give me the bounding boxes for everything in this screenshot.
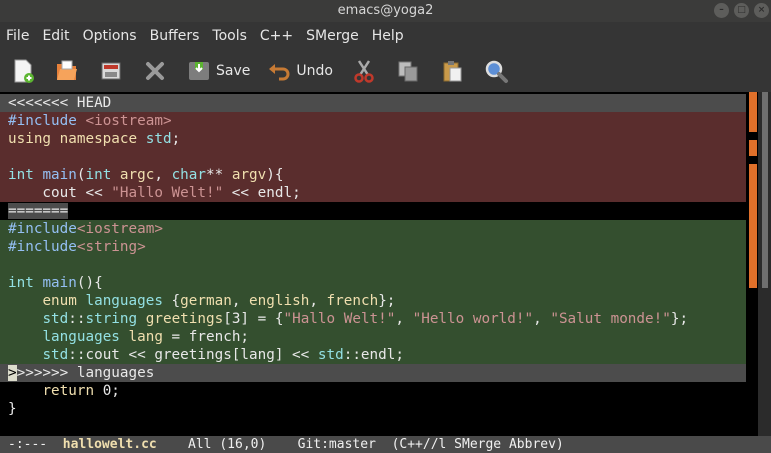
code-line [0,256,746,274]
modeline-vc[interactable]: Git:master [298,437,376,452]
dired-button[interactable] [98,58,124,84]
menu-smerge[interactable]: SMerge [306,22,359,50]
close-window-button[interactable]: × [754,3,769,18]
dired-icon [101,62,121,80]
minimize-button[interactable]: – [714,3,729,18]
undo-button[interactable]: Undo [268,59,333,83]
code-line: int main(int argc, char** argv){ [0,166,746,184]
code-line: #include <iostream> [0,112,746,130]
maximize-button[interactable]: □ [734,3,749,18]
fringe-conflict-mark [749,164,757,288]
text-cursor: > [8,365,17,381]
vertical-scrollbar[interactable] [758,92,771,436]
menu-buffers[interactable]: Buffers [150,22,200,50]
new-file-button[interactable] [10,58,36,84]
editor-area[interactable]: <<<<<<< HEAD #include <iostream> using n… [0,92,771,436]
menu-help[interactable]: Help [372,22,404,50]
title-bar: emacs@yoga2 – □ × [0,0,771,22]
search-button[interactable] [483,58,509,84]
paste-icon [443,61,462,82]
menu-tools[interactable]: Tools [212,22,247,50]
fringe-conflict-mark [749,140,757,156]
kill-buffer-button[interactable] [142,58,168,84]
code-line: } [0,400,746,418]
code-line: int main(){ [0,274,746,292]
code-line: return 0; [0,382,746,400]
modeline-buffer-name[interactable]: hallowelt.cc [63,437,157,452]
search-icon [485,60,508,83]
save-icon [189,62,209,80]
new-file-icon [14,59,34,83]
paste-button[interactable] [439,58,465,84]
code-line: std::string greetings[3] = {"Hallo Welt!… [0,310,746,328]
copy-button[interactable] [395,58,421,84]
save-label: Save [216,63,251,79]
code-line: languages lang = french; [0,328,746,346]
code-line: std::cout << greetings[lang] << std::end… [0,346,746,364]
save-button[interactable]: Save [186,58,250,84]
cut-icon [354,60,374,83]
tool-bar: Save Undo [0,50,771,92]
emacs-window: emacs@yoga2 – □ × File Edit Options Buff… [0,0,771,453]
modeline-position: All (16,0) [188,437,267,452]
open-file-button[interactable] [54,58,80,84]
undo-label: Undo [296,63,333,79]
window-title: emacs@yoga2 [337,3,434,18]
code-line: #include<iostream> [0,220,746,238]
modeline-status: -:--- [8,437,48,452]
code-line: cout << "Hallo Welt!" << endl; [0,184,746,202]
copy-icon [398,61,418,82]
cut-button[interactable] [351,58,377,84]
conflict-marker-head: <<<<<<< HEAD [0,94,746,112]
menu-options[interactable]: Options [83,22,137,50]
menu-cpp[interactable]: C++ [260,22,293,50]
mode-line: -:--- hallowelt.cc All (16,0) Git:master… [0,436,771,453]
open-folder-icon [57,60,77,80]
undo-icon [269,64,290,81]
code-buffer[interactable]: <<<<<<< HEAD #include <iostream> using n… [0,94,746,418]
conflict-marker-separator: ======= [0,202,746,220]
code-line: using namespace std; [0,130,746,148]
code-line [0,148,746,166]
window-controls: – □ × [714,3,769,18]
code-line: #include<string> [0,238,746,256]
code-line: enum languages {german, english, french}… [0,292,746,310]
conflict-marker-other: >>>>>>> languages [0,364,746,382]
menu-bar: File Edit Options Buffers Tools C++ SMer… [0,22,771,50]
scrollbar-thumb[interactable] [762,92,768,288]
modeline-modes[interactable]: (C++//l SMerge Abbrev) [392,437,564,452]
menu-edit[interactable]: Edit [42,22,69,50]
menu-file[interactable]: File [6,22,29,50]
fringe-conflict-mark [749,92,757,132]
close-icon [146,62,164,80]
